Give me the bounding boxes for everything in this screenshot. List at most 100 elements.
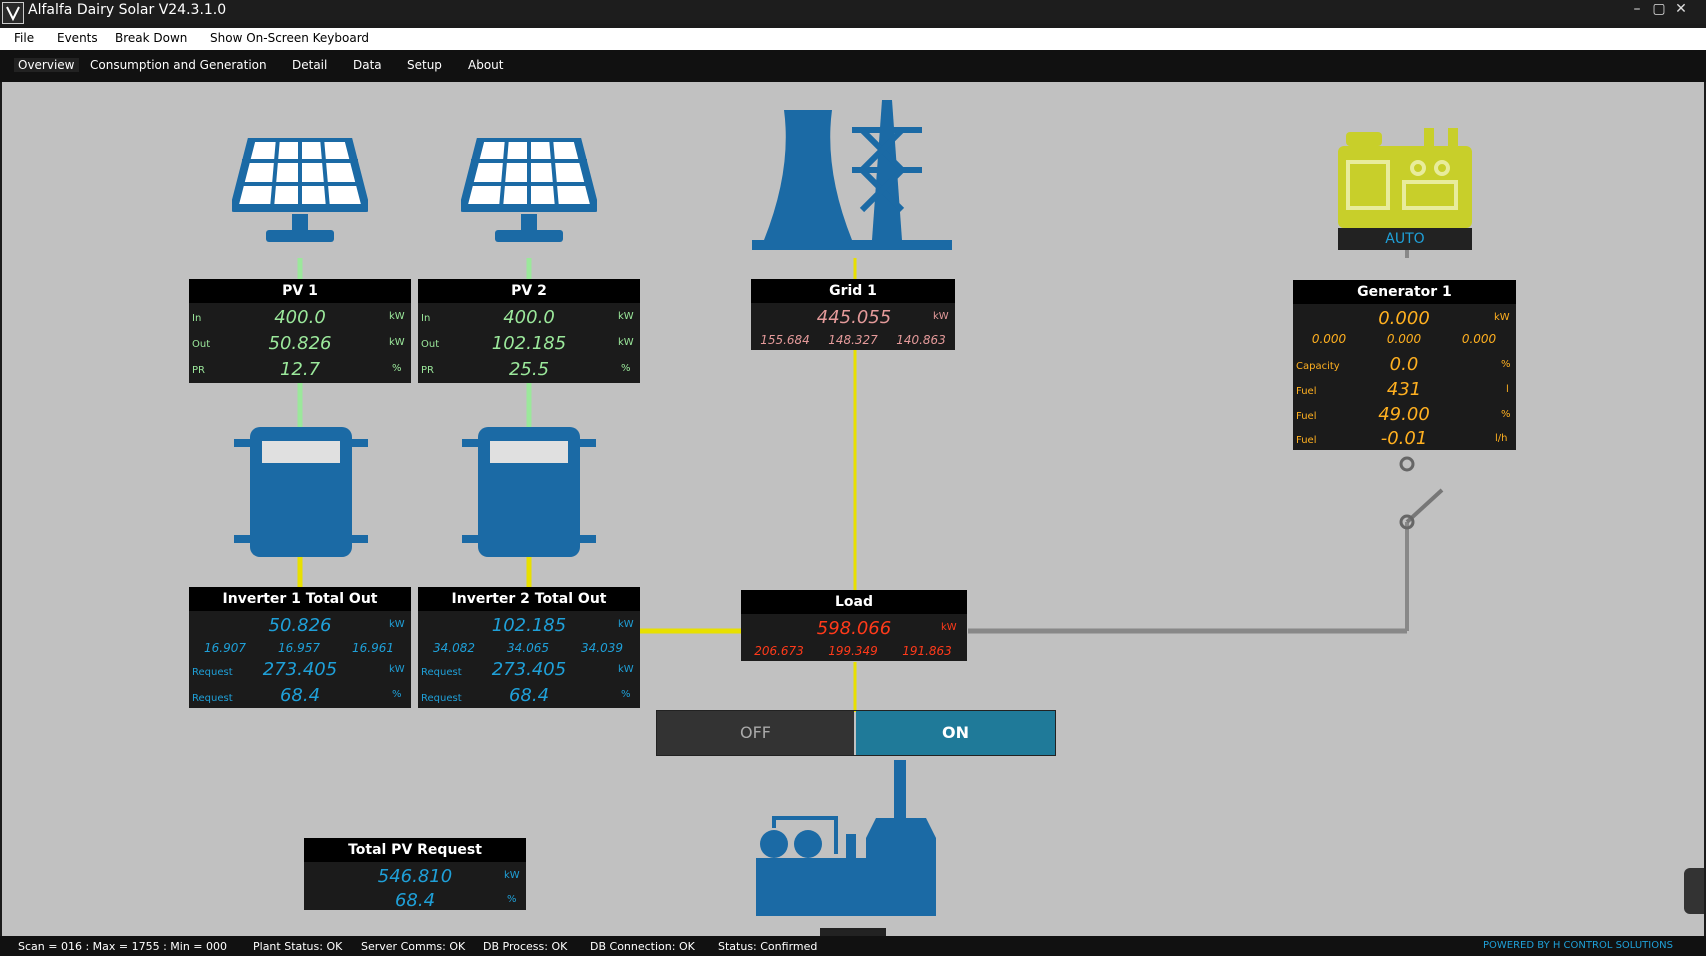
generator-capacity-value: 0.0 [1389, 354, 1419, 375]
pv1-out-unit: kW [389, 337, 405, 348]
inverter2-request-pct-label: Request [421, 693, 462, 704]
pv2-panel: PV 2 In 400.0 kW Out 102.185 kW PR 25.5 … [418, 279, 640, 383]
inverter2-request-pct-unit: % [621, 689, 631, 700]
generator-mode: AUTO [1385, 231, 1425, 247]
close-icon[interactable]: ✕ [1670, 0, 1692, 20]
side-panel-tab[interactable] [1684, 868, 1704, 914]
inverter-icon [462, 427, 596, 557]
pv2-out-value: 102.185 [491, 333, 567, 354]
minimize-icon[interactable]: – [1626, 0, 1648, 20]
tab-setup[interactable]: Setup [407, 58, 442, 72]
power-plant-icon [752, 100, 952, 250]
generator-fuel-label: Fuel [1296, 386, 1317, 397]
menu-break-down[interactable]: Break Down [115, 31, 187, 45]
inverter1-panel: Inverter 1 Total Out 50.826 kW 16.907 16… [189, 587, 411, 708]
load-phase-c: 191.863 [902, 644, 952, 658]
tab-about[interactable]: About [468, 58, 503, 72]
grid-phase-b: 148.327 [828, 333, 878, 347]
plant-status: Plant Status: OK [253, 940, 343, 953]
inverter2-title: Inverter 2 Total Out [418, 587, 640, 611]
scan-status: Scan = 016 : Max = 1755 : Min = 000 [18, 940, 228, 953]
inverter1-phase-c: 16.961 [352, 641, 394, 655]
generator-phase-b: 0.000 [1386, 332, 1422, 346]
total-pv-title: Total PV Request [304, 838, 526, 862]
window-titlebar: Alfalfa Dairy Solar V24.3.1.0 – ▢ ✕ [0, 0, 1706, 24]
total-pv-pct-unit: % [507, 894, 517, 905]
generator-capacity-unit: % [1501, 359, 1511, 370]
server-comms-status: Server Comms: OK [361, 940, 466, 953]
inverter2-total-unit: kW [618, 619, 634, 630]
inverter2-phase-a: 34.082 [433, 641, 475, 655]
pv2-title: PV 2 [418, 279, 640, 303]
grid-phase-a: 155.684 [760, 333, 810, 347]
off-button[interactable]: OFF [657, 711, 854, 755]
generator-power-unit: kW [1494, 312, 1510, 323]
inverter1-phase-b: 16.957 [278, 641, 320, 655]
inverter-icon [234, 427, 368, 557]
inverter1-total-unit: kW [389, 619, 405, 630]
confirmed-status: Status: Confirmed [718, 940, 818, 953]
pv2-in-value: 400.0 [503, 307, 555, 328]
pv1-out-label: Out [192, 339, 211, 350]
menu-events[interactable]: Events [57, 31, 98, 45]
solar-panel-icon [461, 138, 597, 242]
pv1-pr-unit: % [392, 363, 402, 374]
generator-panel: Generator 1 0.000 kW 0.000 0.000 0.000 C… [1293, 280, 1516, 450]
load-unit: kW [941, 622, 957, 633]
inverter1-request-kw-unit: kW [389, 664, 405, 675]
pv1-panel: PV 1 In 400.0 kW Out 50.826 kW PR 12.7 % [189, 279, 411, 383]
generator-phase-c: 0.000 [1461, 332, 1497, 346]
tab-data[interactable]: Data [353, 58, 382, 72]
on-button[interactable]: ON [856, 711, 1055, 755]
inverter2-total: 102.185 [491, 615, 567, 636]
inverter1-total: 50.826 [268, 615, 332, 636]
generator-fuel-rate-label: Fuel [1296, 435, 1317, 446]
menu-bar: File Events Break Down Show On-Screen Ke… [0, 28, 1706, 50]
maximize-icon[interactable]: ▢ [1648, 0, 1670, 20]
menu-on-screen-keyboard[interactable]: Show On-Screen Keyboard [210, 31, 369, 45]
generator-phase-a: 0.000 [1311, 332, 1347, 346]
generator-power: 0.000 [1378, 308, 1430, 329]
load-title: Load [741, 590, 967, 614]
inverter2-request-kw: 273.405 [491, 659, 567, 680]
pv2-pr-unit: % [621, 363, 631, 374]
pv2-pr-label: PR [421, 365, 434, 376]
grid-panel: Grid 1 445.055 kW 155.684 148.327 140.86… [751, 279, 955, 350]
inverter1-request-pct-unit: % [392, 689, 402, 700]
generator-fuel-pct-label: Fuel [1296, 411, 1317, 422]
pv1-out-value: 50.826 [268, 333, 332, 354]
load-phase-b: 199.349 [828, 644, 878, 658]
app-icon [2, 2, 24, 24]
menu-file[interactable]: File [14, 31, 34, 45]
grid-phase-c: 140.863 [896, 333, 946, 347]
total-pv-kw: 546.810 [377, 866, 453, 887]
inverter1-request-kw-label: Request [192, 667, 233, 678]
generator-fuel-rate: -0.01 [1380, 428, 1428, 449]
pv2-in-unit: kW [618, 311, 634, 322]
pv1-in-value: 400.0 [274, 307, 326, 328]
total-pv-kw-unit: kW [504, 870, 520, 881]
tab-consumption-generation[interactable]: Consumption and Generation [90, 58, 267, 72]
factory-icon [756, 760, 936, 916]
load-phase-a: 206.673 [754, 644, 804, 658]
inverter1-title: Inverter 1 Total Out [189, 587, 411, 611]
pv1-in-unit: kW [389, 311, 405, 322]
grid-value: 445.055 [816, 307, 892, 328]
pv2-out-unit: kW [618, 337, 634, 348]
load-value: 598.066 [816, 618, 892, 639]
pv1-title: PV 1 [189, 279, 411, 303]
pv1-pr-label: PR [192, 365, 205, 376]
generator-title: Generator 1 [1293, 280, 1516, 304]
load-panel: Load 598.066 kW 206.673 199.349 191.863 [741, 590, 967, 661]
total-pv-pct: 68.4 [394, 890, 436, 911]
tab-detail[interactable]: Detail [292, 58, 327, 72]
inverter1-phase-a: 16.907 [204, 641, 246, 655]
inverter1-request-kw: 273.405 [262, 659, 338, 680]
load-on-off-toggle[interactable]: OFF ON [656, 710, 1056, 756]
grid-title: Grid 1 [751, 279, 955, 303]
tab-overview[interactable]: Overview [14, 58, 79, 72]
status-bar: Scan = 016 : Max = 1755 : Min = 000 Plan… [0, 936, 1706, 956]
generator-fuel-rate-unit: l/h [1495, 433, 1508, 444]
generator-mode-badge: AUTO [1338, 228, 1472, 250]
bottom-drawer-handle[interactable] [820, 928, 886, 936]
